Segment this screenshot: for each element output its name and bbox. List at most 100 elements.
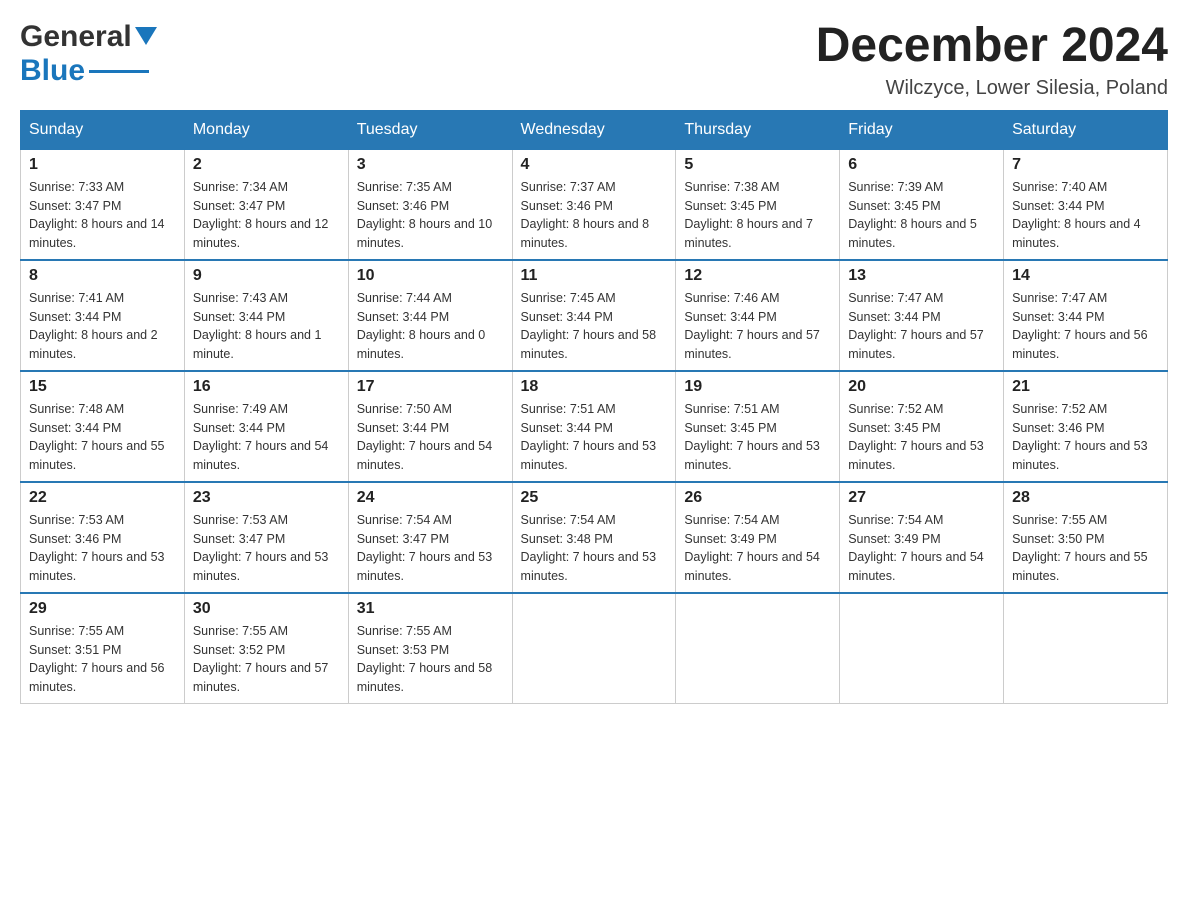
day-number: 18 — [521, 378, 668, 396]
calendar-cell: 22 Sunrise: 7:53 AMSunset: 3:46 PMDaylig… — [21, 482, 185, 593]
calendar-cell: 26 Sunrise: 7:54 AMSunset: 3:49 PMDaylig… — [676, 482, 840, 593]
calendar-cell: 19 Sunrise: 7:51 AMSunset: 3:45 PMDaylig… — [676, 371, 840, 482]
day-number: 15 — [29, 378, 176, 396]
calendar-cell: 20 Sunrise: 7:52 AMSunset: 3:45 PMDaylig… — [840, 371, 1004, 482]
day-info: Sunrise: 7:51 AMSunset: 3:44 PMDaylight:… — [521, 400, 668, 475]
calendar-week-row: 1 Sunrise: 7:33 AMSunset: 3:47 PMDayligh… — [21, 149, 1168, 260]
day-info: Sunrise: 7:45 AMSunset: 3:44 PMDaylight:… — [521, 289, 668, 364]
day-number: 2 — [193, 156, 340, 174]
day-info: Sunrise: 7:55 AMSunset: 3:53 PMDaylight:… — [357, 622, 504, 697]
calendar-week-row: 8 Sunrise: 7:41 AMSunset: 3:44 PMDayligh… — [21, 260, 1168, 371]
day-number: 6 — [848, 156, 995, 174]
day-info: Sunrise: 7:54 AMSunset: 3:47 PMDaylight:… — [357, 511, 504, 586]
day-info: Sunrise: 7:52 AMSunset: 3:45 PMDaylight:… — [848, 400, 995, 475]
title-section: December 2024 Wilczyce, Lower Silesia, P… — [816, 20, 1168, 100]
day-number: 26 — [684, 489, 831, 507]
calendar-cell: 5 Sunrise: 7:38 AMSunset: 3:45 PMDayligh… — [676, 149, 840, 260]
calendar-cell: 21 Sunrise: 7:52 AMSunset: 3:46 PMDaylig… — [1004, 371, 1168, 482]
calendar-cell: 23 Sunrise: 7:53 AMSunset: 3:47 PMDaylig… — [184, 482, 348, 593]
day-number: 25 — [521, 489, 668, 507]
day-info: Sunrise: 7:48 AMSunset: 3:44 PMDaylight:… — [29, 400, 176, 475]
day-number: 24 — [357, 489, 504, 507]
day-number: 31 — [357, 600, 504, 618]
day-info: Sunrise: 7:55 AMSunset: 3:50 PMDaylight:… — [1012, 511, 1159, 586]
weekday-header-sunday: Sunday — [21, 110, 185, 149]
day-info: Sunrise: 7:47 AMSunset: 3:44 PMDaylight:… — [848, 289, 995, 364]
day-info: Sunrise: 7:38 AMSunset: 3:45 PMDaylight:… — [684, 178, 831, 253]
calendar-cell: 25 Sunrise: 7:54 AMSunset: 3:48 PMDaylig… — [512, 482, 676, 593]
logo-triangle-icon — [135, 27, 157, 49]
logo-general-text: General — [20, 20, 132, 54]
calendar-cell: 31 Sunrise: 7:55 AMSunset: 3:53 PMDaylig… — [348, 593, 512, 704]
weekday-header-saturday: Saturday — [1004, 110, 1168, 149]
day-number: 8 — [29, 267, 176, 285]
weekday-header-tuesday: Tuesday — [348, 110, 512, 149]
day-info: Sunrise: 7:46 AMSunset: 3:44 PMDaylight:… — [684, 289, 831, 364]
calendar-cell: 2 Sunrise: 7:34 AMSunset: 3:47 PMDayligh… — [184, 149, 348, 260]
day-info: Sunrise: 7:54 AMSunset: 3:49 PMDaylight:… — [684, 511, 831, 586]
day-number: 13 — [848, 267, 995, 285]
location-title: Wilczyce, Lower Silesia, Poland — [816, 77, 1168, 100]
calendar-cell — [840, 593, 1004, 704]
day-info: Sunrise: 7:41 AMSunset: 3:44 PMDaylight:… — [29, 289, 176, 364]
day-info: Sunrise: 7:33 AMSunset: 3:47 PMDaylight:… — [29, 178, 176, 253]
day-info: Sunrise: 7:50 AMSunset: 3:44 PMDaylight:… — [357, 400, 504, 475]
day-info: Sunrise: 7:55 AMSunset: 3:51 PMDaylight:… — [29, 622, 176, 697]
weekday-header-wednesday: Wednesday — [512, 110, 676, 149]
day-number: 23 — [193, 489, 340, 507]
weekday-header-friday: Friday — [840, 110, 1004, 149]
day-info: Sunrise: 7:55 AMSunset: 3:52 PMDaylight:… — [193, 622, 340, 697]
day-number: 16 — [193, 378, 340, 396]
day-number: 3 — [357, 156, 504, 174]
logo: General Blue — [20, 20, 157, 88]
day-number: 17 — [357, 378, 504, 396]
calendar-cell — [1004, 593, 1168, 704]
day-info: Sunrise: 7:34 AMSunset: 3:47 PMDaylight:… — [193, 178, 340, 253]
calendar-cell: 7 Sunrise: 7:40 AMSunset: 3:44 PMDayligh… — [1004, 149, 1168, 260]
day-number: 12 — [684, 267, 831, 285]
page-header: General Blue December 2024 Wilczyce, Low… — [20, 20, 1168, 100]
calendar-cell: 12 Sunrise: 7:46 AMSunset: 3:44 PMDaylig… — [676, 260, 840, 371]
day-info: Sunrise: 7:53 AMSunset: 3:46 PMDaylight:… — [29, 511, 176, 586]
day-number: 14 — [1012, 267, 1159, 285]
day-number: 27 — [848, 489, 995, 507]
day-number: 28 — [1012, 489, 1159, 507]
day-info: Sunrise: 7:44 AMSunset: 3:44 PMDaylight:… — [357, 289, 504, 364]
day-number: 19 — [684, 378, 831, 396]
day-number: 10 — [357, 267, 504, 285]
calendar-cell: 27 Sunrise: 7:54 AMSunset: 3:49 PMDaylig… — [840, 482, 1004, 593]
calendar-cell: 28 Sunrise: 7:55 AMSunset: 3:50 PMDaylig… — [1004, 482, 1168, 593]
day-info: Sunrise: 7:54 AMSunset: 3:49 PMDaylight:… — [848, 511, 995, 586]
day-number: 9 — [193, 267, 340, 285]
day-info: Sunrise: 7:53 AMSunset: 3:47 PMDaylight:… — [193, 511, 340, 586]
day-info: Sunrise: 7:37 AMSunset: 3:46 PMDaylight:… — [521, 178, 668, 253]
calendar-cell: 24 Sunrise: 7:54 AMSunset: 3:47 PMDaylig… — [348, 482, 512, 593]
day-info: Sunrise: 7:54 AMSunset: 3:48 PMDaylight:… — [521, 511, 668, 586]
day-info: Sunrise: 7:39 AMSunset: 3:45 PMDaylight:… — [848, 178, 995, 253]
calendar-cell: 18 Sunrise: 7:51 AMSunset: 3:44 PMDaylig… — [512, 371, 676, 482]
calendar-cell: 13 Sunrise: 7:47 AMSunset: 3:44 PMDaylig… — [840, 260, 1004, 371]
day-number: 5 — [684, 156, 831, 174]
month-title: December 2024 — [816, 20, 1168, 73]
day-info: Sunrise: 7:35 AMSunset: 3:46 PMDaylight:… — [357, 178, 504, 253]
calendar-cell: 11 Sunrise: 7:45 AMSunset: 3:44 PMDaylig… — [512, 260, 676, 371]
calendar-week-row: 22 Sunrise: 7:53 AMSunset: 3:46 PMDaylig… — [21, 482, 1168, 593]
day-number: 29 — [29, 600, 176, 618]
calendar-cell: 8 Sunrise: 7:41 AMSunset: 3:44 PMDayligh… — [21, 260, 185, 371]
calendar-table: SundayMondayTuesdayWednesdayThursdayFrid… — [20, 110, 1168, 704]
calendar-cell: 3 Sunrise: 7:35 AMSunset: 3:46 PMDayligh… — [348, 149, 512, 260]
calendar-cell: 10 Sunrise: 7:44 AMSunset: 3:44 PMDaylig… — [348, 260, 512, 371]
calendar-cell: 14 Sunrise: 7:47 AMSunset: 3:44 PMDaylig… — [1004, 260, 1168, 371]
calendar-cell — [676, 593, 840, 704]
calendar-cell: 15 Sunrise: 7:48 AMSunset: 3:44 PMDaylig… — [21, 371, 185, 482]
day-number: 11 — [521, 267, 668, 285]
calendar-cell: 1 Sunrise: 7:33 AMSunset: 3:47 PMDayligh… — [21, 149, 185, 260]
day-number: 7 — [1012, 156, 1159, 174]
day-number: 20 — [848, 378, 995, 396]
calendar-cell — [512, 593, 676, 704]
weekday-header-thursday: Thursday — [676, 110, 840, 149]
weekday-header-row: SundayMondayTuesdayWednesdayThursdayFrid… — [21, 110, 1168, 149]
calendar-week-row: 29 Sunrise: 7:55 AMSunset: 3:51 PMDaylig… — [21, 593, 1168, 704]
day-info: Sunrise: 7:40 AMSunset: 3:44 PMDaylight:… — [1012, 178, 1159, 253]
calendar-cell: 17 Sunrise: 7:50 AMSunset: 3:44 PMDaylig… — [348, 371, 512, 482]
